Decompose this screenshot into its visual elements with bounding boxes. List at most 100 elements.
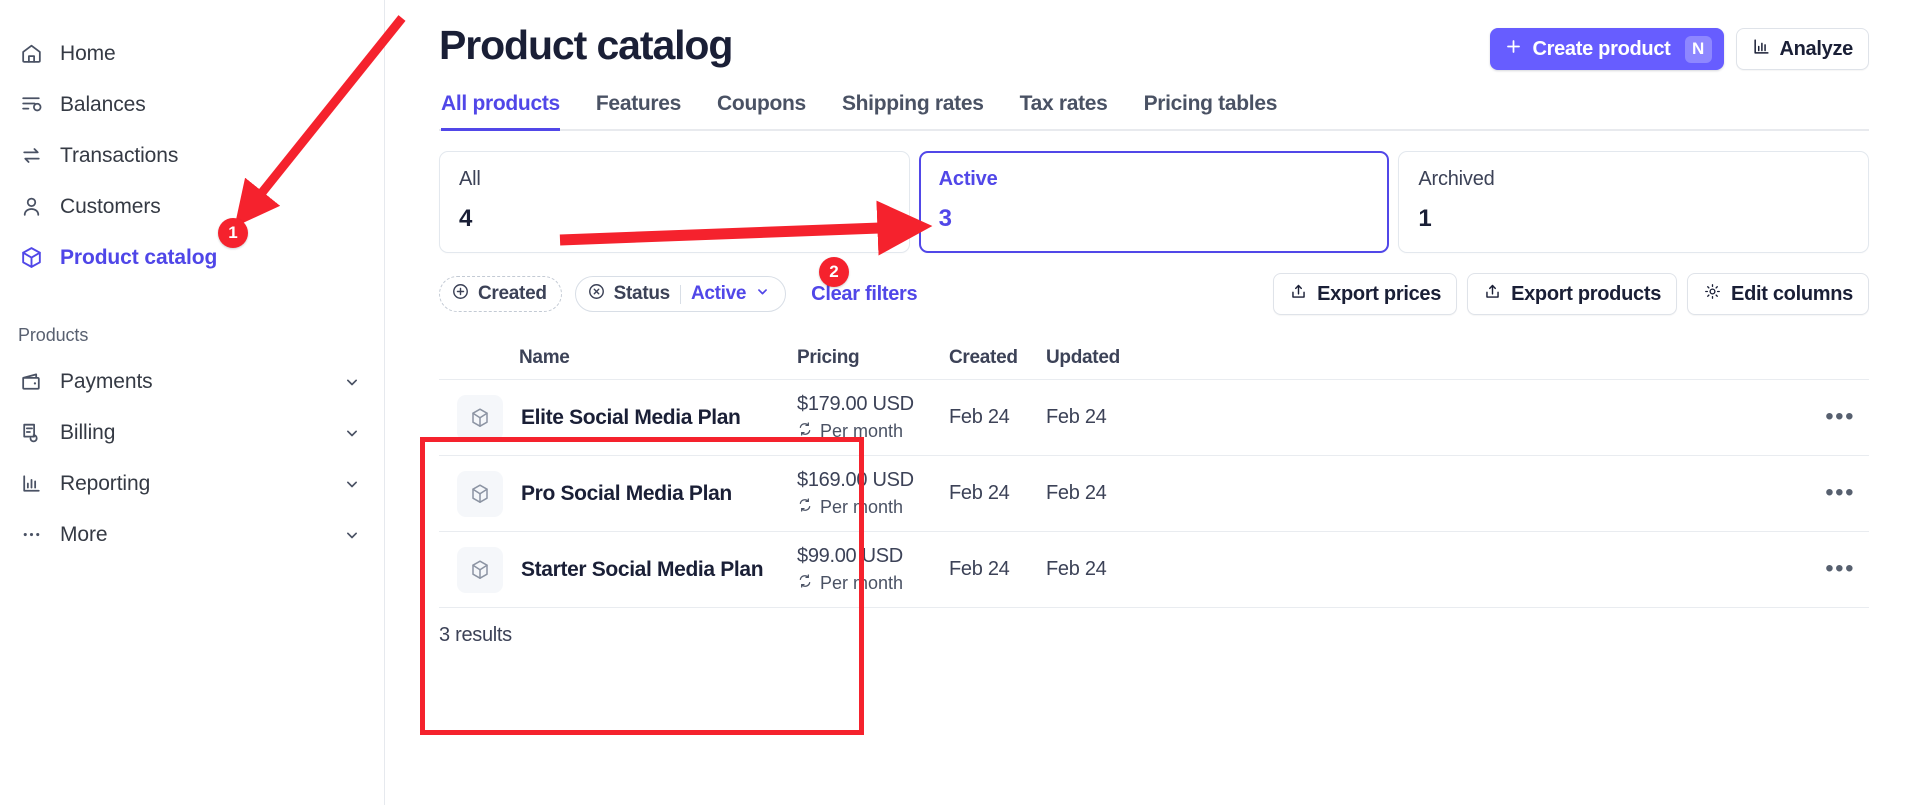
create-product-button[interactable]: Create product N [1490, 28, 1724, 70]
row-overflow-menu-button[interactable]: ••• [1825, 481, 1869, 506]
status-filter-chip[interactable]: Status Active [574, 276, 787, 312]
sidebar-item-product-catalog[interactable]: Product catalog [0, 232, 384, 283]
product-created: Feb 24 [949, 558, 1010, 580]
chevron-down-icon[interactable] [754, 283, 771, 306]
sidebar-item-reporting[interactable]: Reporting [0, 458, 384, 509]
create-product-label: Create product [1532, 37, 1671, 60]
product-box-icon [457, 470, 503, 517]
reporting-icon [18, 471, 44, 497]
close-circle-icon[interactable] [587, 282, 606, 307]
tab-coupons[interactable]: Coupons [717, 92, 806, 131]
product-pricing-cell: $169.00 USD Per month [797, 469, 949, 518]
page-header: Product catalog Create product N Analyze [439, 14, 1869, 70]
app-root: Home Balances Transactions Customers Pro… [0, 0, 1919, 805]
sidebar-item-transactions[interactable]: Transactions [0, 130, 384, 181]
product-name-cell: Pro Social Media Plan [439, 470, 797, 517]
product-interval: Per month [797, 497, 949, 518]
sidebar-item-label: More [60, 522, 108, 546]
row-overflow-menu-button[interactable]: ••• [1825, 557, 1869, 582]
table-header-row: Name Pricing Created Updated [439, 337, 1869, 379]
recurring-icon [797, 497, 813, 518]
stat-card-all[interactable]: All 4 [439, 151, 910, 253]
stat-card-active[interactable]: Active 3 [918, 151, 1390, 253]
product-name: Starter Social Media Plan [521, 557, 764, 581]
export-icon [1483, 282, 1502, 307]
chevron-down-icon[interactable] [342, 372, 362, 392]
sidebar-item-label: Billing [60, 420, 116, 444]
sidebar-item-more[interactable]: More [0, 509, 384, 560]
home-icon [18, 41, 44, 67]
product-interval: Per month [797, 573, 949, 594]
product-created: Feb 24 [949, 406, 1010, 428]
status-filter-label: Status [613, 283, 671, 304]
chevron-down-icon[interactable] [342, 474, 362, 494]
stat-card-value: 3 [938, 205, 952, 232]
row-overflow-menu-button[interactable]: ••• [1825, 405, 1869, 430]
table-row[interactable]: Starter Social Media Plan $99.00 USD Per… [439, 531, 1869, 607]
sidebar-item-balances[interactable]: Balances [0, 79, 384, 130]
product-price: $99.00 USD [797, 545, 903, 567]
export-prices-label: Export prices [1317, 282, 1442, 305]
tab-bar: All products Features Coupons Shipping r… [439, 92, 1869, 131]
sidebar-item-label: Reporting [60, 471, 151, 495]
table-row[interactable]: Elite Social Media Plan $179.00 USD Per … [439, 379, 1869, 455]
product-created: Feb 24 [949, 482, 1010, 504]
created-filter-label: Created [478, 283, 547, 304]
sidebar-item-billing[interactable]: Billing [0, 407, 384, 458]
product-name-cell: Starter Social Media Plan [439, 546, 797, 593]
column-header-name: Name [519, 347, 570, 368]
create-product-shortcut: N [1684, 35, 1712, 63]
product-interval-label: Per month [820, 421, 904, 441]
sidebar-item-customers[interactable]: Customers [0, 181, 384, 232]
table-row[interactable]: Pro Social Media Plan $169.00 USD Per mo… [439, 455, 1869, 531]
sidebar-item-payments[interactable]: Payments [0, 356, 384, 407]
recurring-icon [797, 573, 813, 594]
main-content: Product catalog Create product N Analyze… [385, 0, 1919, 805]
status-filter-cards: All 4 Active 3 Archived 1 [439, 151, 1870, 253]
stat-card-archived[interactable]: Archived 1 [1398, 151, 1870, 253]
transactions-icon [18, 143, 44, 169]
sidebar-item-label: Payments [60, 369, 153, 393]
sidebar-item-label: Home [60, 41, 116, 65]
export-products-button[interactable]: Export products [1467, 273, 1678, 315]
products-table: Name Pricing Created Updated Elite Socia… [439, 337, 1869, 647]
sidebar-item-label: Product catalog [60, 245, 218, 269]
gear-icon [1703, 282, 1722, 307]
wallet-icon [18, 369, 44, 395]
product-pricing-cell: $179.00 USD Per month [797, 393, 949, 442]
export-icon [1289, 282, 1308, 307]
stat-card-value: 1 [1418, 205, 1432, 232]
chevron-down-icon[interactable] [342, 525, 362, 545]
product-name: Elite Social Media Plan [521, 405, 741, 429]
billing-icon [18, 420, 44, 446]
column-header-created: Created [949, 347, 1018, 368]
ellipsis-icon [18, 522, 44, 548]
plus-icon [1504, 37, 1523, 62]
product-updated: Feb 24 [1046, 482, 1107, 504]
chip-divider [679, 284, 681, 304]
tab-features[interactable]: Features [596, 92, 681, 131]
tab-tax-rates[interactable]: Tax rates [1020, 92, 1108, 131]
export-prices-button[interactable]: Export prices [1273, 273, 1458, 315]
tab-pricing-tables[interactable]: Pricing tables [1144, 92, 1278, 131]
product-price: $179.00 USD [797, 393, 914, 415]
tab-shipping-rates[interactable]: Shipping rates [842, 92, 984, 131]
sidebar-item-home[interactable]: Home [0, 28, 384, 79]
stat-card-value: 4 [459, 205, 472, 232]
edit-columns-label: Edit columns [1731, 282, 1853, 305]
table-actions: Export prices Export products Edit colum… [1273, 273, 1869, 315]
product-price: $169.00 USD [797, 469, 914, 491]
edit-columns-button[interactable]: Edit columns [1687, 273, 1869, 315]
sidebar: Home Balances Transactions Customers Pro… [0, 0, 385, 805]
tab-all-products[interactable]: All products [441, 92, 560, 131]
column-header-updated: Updated [1046, 347, 1120, 368]
sidebar-item-label: Customers [60, 194, 161, 218]
analyze-button[interactable]: Analyze [1735, 28, 1869, 70]
clear-filters-link[interactable]: Clear filters [811, 283, 917, 306]
chevron-down-icon[interactable] [342, 423, 362, 443]
product-updated: Feb 24 [1046, 406, 1107, 428]
results-count: 3 results [439, 607, 1869, 647]
created-filter-chip[interactable]: Created [439, 276, 562, 312]
sidebar-section-label: Products [18, 325, 89, 345]
product-interval-label: Per month [820, 497, 904, 517]
